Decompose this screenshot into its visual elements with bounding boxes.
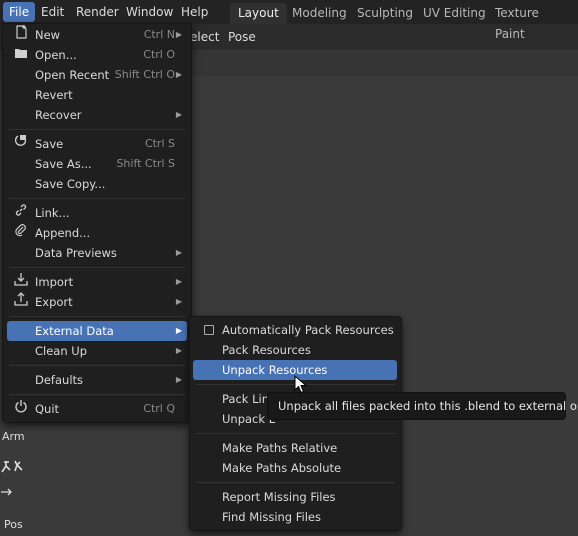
menu-item-import[interactable]: Import ▶ bbox=[7, 272, 187, 292]
menu-item-pack-resources[interactable]: Pack Resources bbox=[193, 340, 397, 360]
tooltip: Unpack all files packed into this .blend… bbox=[267, 392, 578, 420]
menu-item-recover[interactable]: Recover ▶ bbox=[7, 105, 187, 125]
menu-item-external-data[interactable]: External Data ▶ bbox=[7, 321, 187, 341]
export-icon bbox=[13, 292, 29, 312]
menu-help[interactable]: Help bbox=[175, 2, 214, 22]
chevron-right-icon: ▶ bbox=[175, 248, 182, 257]
menu-separator bbox=[9, 316, 185, 317]
tab-texture-paint[interactable]: Texture Paint bbox=[487, 3, 578, 41]
menu-edit[interactable]: Edit bbox=[35, 2, 70, 22]
menu-item-save-as[interactable]: Save As... Shift Ctrl S bbox=[7, 154, 187, 174]
menu-item-append[interactable]: Append... bbox=[7, 223, 187, 243]
tab-uv-editing[interactable]: UV Editing bbox=[415, 3, 494, 24]
menu-separator bbox=[9, 365, 185, 366]
menu-item-auto-pack[interactable]: Automatically Pack Resources bbox=[193, 320, 397, 340]
menu-item-revert[interactable]: Revert bbox=[7, 85, 187, 105]
external-data-submenu: Automatically Pack Resources Pack Resour… bbox=[189, 316, 402, 531]
chevron-right-icon: ▶ bbox=[175, 30, 182, 39]
menu-separator bbox=[196, 433, 395, 434]
menu-item-save-copy[interactable]: Save Copy... bbox=[7, 174, 187, 194]
chevron-right-icon: ▶ bbox=[175, 326, 182, 335]
pos-label: Pos bbox=[4, 518, 23, 531]
menu-file[interactable]: File bbox=[3, 2, 36, 22]
menu-item-clean-up[interactable]: Clean Up ▶ bbox=[7, 341, 187, 361]
chevron-right-icon: ▶ bbox=[175, 297, 182, 306]
menu-item-open[interactable]: Open... Ctrl O bbox=[7, 45, 187, 65]
menu-item-link[interactable]: Link... bbox=[7, 203, 187, 223]
arrow-icon[interactable] bbox=[0, 486, 14, 498]
power-icon bbox=[13, 399, 29, 419]
chevron-right-icon: ▶ bbox=[175, 70, 182, 79]
menu-render[interactable]: Render bbox=[70, 2, 125, 22]
save-icon bbox=[13, 134, 29, 154]
menu-item-data-previews[interactable]: Data Previews ▶ bbox=[7, 243, 187, 263]
tab-modeling[interactable]: Modeling bbox=[284, 3, 355, 24]
paperclip-icon bbox=[13, 223, 29, 243]
menu-separator bbox=[9, 198, 185, 199]
import-icon bbox=[13, 272, 29, 292]
tab-sculpting[interactable]: Sculpting bbox=[349, 3, 421, 24]
menu-item-defaults[interactable]: Defaults ▶ bbox=[7, 370, 187, 390]
menu-separator bbox=[196, 482, 395, 483]
folder-icon bbox=[13, 45, 29, 65]
select-menu[interactable]: elect bbox=[190, 30, 219, 44]
menu-window[interactable]: Window bbox=[120, 2, 179, 22]
menu-item-save[interactable]: Save Ctrl S bbox=[7, 134, 187, 154]
chevron-right-icon: ▶ bbox=[175, 346, 182, 355]
menu-item-open-recent[interactable]: Open Recent Shift Ctrl O ▶ bbox=[7, 65, 187, 85]
menu-item-make-paths-absolute[interactable]: Make Paths Absolute bbox=[193, 458, 397, 478]
menu-item-export[interactable]: Export ▶ bbox=[7, 292, 187, 312]
menu-separator bbox=[9, 394, 185, 395]
link-icon bbox=[13, 203, 29, 223]
pose-menu[interactable]: Pose bbox=[228, 30, 256, 44]
tab-layout[interactable]: Layout bbox=[230, 3, 287, 24]
chevron-right-icon: ▶ bbox=[175, 110, 182, 119]
menu-item-find-missing-files[interactable]: Find Missing Files bbox=[193, 507, 397, 527]
arm-label: Arm bbox=[2, 430, 25, 443]
mouse-cursor-icon bbox=[294, 374, 308, 398]
menu-item-make-paths-relative[interactable]: Make Paths Relative bbox=[193, 438, 397, 458]
chevron-right-icon: ▶ bbox=[175, 375, 182, 384]
file-menu: New Ctrl N ▶ Open... Ctrl O Open Recent … bbox=[2, 23, 192, 423]
checkbox-unchecked-icon[interactable] bbox=[204, 325, 214, 335]
menu-separator bbox=[9, 267, 185, 268]
pose-tool-icon[interactable] bbox=[0, 458, 26, 476]
new-file-icon bbox=[13, 25, 29, 45]
menu-separator bbox=[9, 129, 185, 130]
menu-item-report-missing-files[interactable]: Report Missing Files bbox=[193, 487, 397, 507]
chevron-right-icon: ▶ bbox=[175, 277, 182, 286]
menu-item-new[interactable]: New Ctrl N ▶ bbox=[7, 25, 187, 45]
menu-item-quit[interactable]: Quit Ctrl Q bbox=[7, 399, 187, 419]
